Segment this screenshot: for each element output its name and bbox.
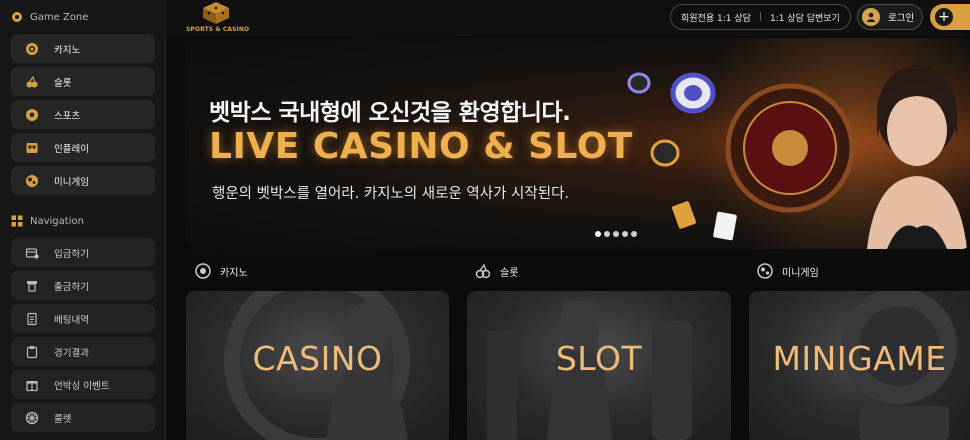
navigation-section: Navigation 입금하기 출금하기 배팅내역 경기결과 언박싱 이벤트 룰… [0,204,166,436]
top-header: SPORTS & CASINO 회원전용 1:1 상담 | 1:1 상담 답변보… [166,0,970,36]
category-title: 슬롯 [500,267,519,279]
sidebar-item-label: 출금하기 [54,281,89,293]
sidebar-item-casino[interactable]: 카지노 [11,34,155,63]
login-button[interactable]: 로그인 [857,4,923,30]
sidebar-item-label: 룰렛 [54,413,72,425]
sidebar-item-label: 미니게임 [54,176,89,188]
logo-text: SPORTS & CASINO [186,26,250,33]
sidebar-item-unboxing-event[interactable]: 언박싱 이벤트 [11,370,155,399]
betting-history-icon [25,312,39,326]
sidebar-item-minigame[interactable]: 미니게임 [11,166,155,195]
sidebar-item-roulette[interactable]: 룰렛 [11,403,155,432]
navigation-title: Navigation [30,215,84,227]
support-links: 회원전용 1:1 상담 | 1:1 상담 답변보기 [670,4,851,30]
carousel-dot[interactable] [613,231,619,237]
card-label: CASINO [252,339,383,378]
scoreboard-icon [25,141,39,155]
card-label: MINIGAME [772,339,947,378]
plus-icon: + [935,8,953,26]
login-label: 로그인 [888,13,915,24]
category-header-casino: 카지노 [194,262,248,280]
game-zone-section: Game Zone 카지노 슬롯 스포츠 인플레이 미니게임 [0,0,166,199]
cherries-icon [25,75,39,89]
sidebar-item-label: 배팅내역 [54,314,89,326]
carousel-dot[interactable] [622,231,628,237]
banner-title: LIVE CASINO & SLOT [209,126,633,167]
join-button[interactable]: + [930,4,970,30]
carousel-dot[interactable] [631,231,637,237]
sidebar-item-label: 스포츠 [54,110,81,122]
deposit-icon [25,246,39,260]
minigame-ball-icon [756,262,774,280]
sidebar-item-label: 언박싱 이벤트 [54,380,110,392]
casino-card[interactable]: CASINO [186,291,449,440]
withdraw-icon [25,279,39,293]
sidebar-item-betting-history[interactable]: 배팅내역 [11,304,155,333]
sidebar-item-label: 입금하기 [54,248,89,260]
sidebar-item-label: 카지노 [54,44,81,56]
member-consult-link[interactable]: 회원전용 1:1 상담 [681,11,751,24]
sidebar-item-match-results[interactable]: 경기결과 [11,337,155,366]
sidebar-item-label: 인플레이 [54,143,89,155]
game-zone-icon [10,11,23,24]
game-zone-header: Game Zone [0,0,166,34]
gift-box-icon [25,378,39,392]
cherries-icon [474,262,492,280]
sidebar-item-withdraw[interactable]: 출금하기 [11,271,155,300]
sidebar-item-slot[interactable]: 슬롯 [11,67,155,96]
slot-card[interactable]: SLOT [467,291,731,440]
poker-chip-icon [25,42,39,56]
banner-headline: 벳박스 국내형에 오신것을 환영합니다. [209,100,571,126]
minigame-card[interactable]: MINIGAME [749,291,970,440]
sidebar-item-deposit[interactable]: 입금하기 [11,238,155,267]
carousel-dot[interactable] [595,231,601,237]
casino-chip-icon [670,72,716,114]
hero-banner[interactable]: 벳박스 국내형에 오신것을 환영합니다. LIVE CASINO & SLOT … [185,38,970,249]
sidebar-item-inplay[interactable]: 인플레이 [11,133,155,162]
category-header-minigame: 미니게임 [756,262,819,280]
sidebar-item-sports[interactable]: 스포츠 [11,100,155,129]
game-zone-title: Game Zone [30,11,89,23]
user-icon [862,8,880,26]
sidebar: Game Zone 카지노 슬롯 스포츠 인플레이 미니게임 Navigatio… [0,0,166,440]
site-logo[interactable]: SPORTS & CASINO [186,0,250,36]
divider: | [758,12,762,22]
category-title: 카지노 [220,267,248,279]
roulette-icon [25,411,39,425]
sidebar-item-label: 경기결과 [54,347,89,359]
banner-subtitle: 행운의 벳박스를 열어라. 카지노의 새로운 역사가 시작된다. [212,186,570,202]
poker-chip-icon [194,262,212,280]
carousel-dot[interactable] [604,231,610,237]
sidebar-item-label: 슬롯 [54,77,72,89]
consult-reply-link[interactable]: 1:1 상담 답변보기 [770,11,840,24]
category-header-slot: 슬롯 [474,262,518,280]
match-results-icon [25,345,39,359]
grid-icon [10,215,23,228]
carousel-dots [595,231,637,237]
dice-logo-icon [203,2,229,24]
soccer-ball-icon [25,108,39,122]
navigation-header: Navigation [0,204,166,238]
banner-artwork [627,65,967,249]
minigame-ball-icon [25,174,39,188]
category-title: 미니게임 [782,267,819,279]
card-label: SLOT [555,339,643,378]
